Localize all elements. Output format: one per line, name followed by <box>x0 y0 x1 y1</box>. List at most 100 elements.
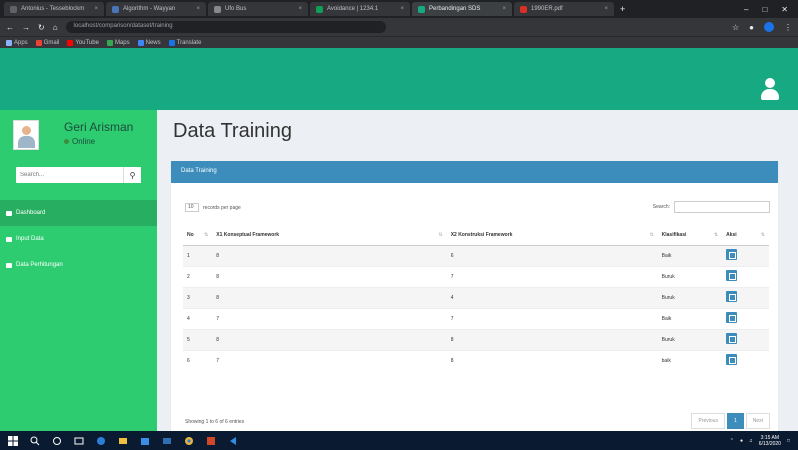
table-cell: 8 <box>212 265 447 287</box>
menu-icon[interactable]: ⋮ <box>784 23 792 32</box>
column-header[interactable]: Aksi ⇅ <box>722 225 769 246</box>
bookmark-item[interactable]: Gmail <box>35 39 59 46</box>
sort-icon: ⇅ <box>713 232 719 238</box>
table-cell: 5 <box>183 328 213 350</box>
cortana-icon[interactable] <box>52 436 62 446</box>
browser-toolbar: ← → ↻ ⌂ localhost/comparison/dataset/tra… <box>0 18 798 36</box>
action-cell <box>722 265 769 287</box>
windows-start-icon[interactable] <box>8 435 18 446</box>
bookmark-item[interactable]: YouTube <box>67 39 99 46</box>
bookmark-item[interactable]: Translate <box>168 39 201 46</box>
bookmark-icon <box>67 39 74 46</box>
column-header[interactable]: Klasifikasi ⇅ <box>657 225 723 246</box>
file-explorer-icon[interactable] <box>118 436 128 446</box>
table-search-input[interactable] <box>674 201 770 213</box>
tab-close-icon[interactable]: × <box>502 6 506 12</box>
search-taskbar-icon[interactable] <box>30 436 40 446</box>
forward-icon[interactable]: → <box>22 23 30 32</box>
action-cell <box>722 328 769 350</box>
store-icon[interactable] <box>140 436 150 446</box>
star-icon[interactable]: ☆ <box>732 23 739 32</box>
mail-icon[interactable] <box>162 436 172 446</box>
column-header[interactable]: X2 Konstruksi Framework ⇅ <box>446 225 658 246</box>
volume-icon[interactable]: ♫ <box>749 438 753 444</box>
powerpoint-icon[interactable] <box>206 436 216 446</box>
bookmark-item[interactable]: Apps <box>6 39 28 46</box>
notification-icon[interactable]: □ <box>787 438 790 444</box>
edit-icon[interactable] <box>726 291 738 302</box>
table-cell: baik <box>657 349 723 371</box>
next-button[interactable]: Next <box>745 413 770 429</box>
edit-icon[interactable] <box>726 333 738 344</box>
bookmark-item[interactable]: News <box>137 39 161 46</box>
bookmark-icon <box>137 39 144 46</box>
maximize-icon[interactable]: □ <box>762 5 767 14</box>
tab-close-icon[interactable]: × <box>94 6 98 12</box>
browser-tab[interactable]: Algorithm - Wayyan × <box>106 2 206 16</box>
browser-tab[interactable]: Avoidance | 1234.1 × <box>310 2 410 16</box>
clock[interactable]: 3:15 AM 6/13/2020 <box>759 435 781 447</box>
table-cell: Buruk <box>657 265 723 287</box>
tab-favicon-icon <box>10 5 17 13</box>
tab-label: Antonius - Tesseblockm <box>21 6 85 12</box>
address-bar[interactable]: localhost/comparison/dataset/training <box>65 21 386 33</box>
sidebar-item[interactable]: Dashboard <box>0 200 157 226</box>
search-input[interactable] <box>16 167 123 183</box>
home-icon[interactable]: ⌂ <box>53 23 58 32</box>
column-header[interactable]: X1 Konseptual Framework ⇅ <box>212 225 447 246</box>
search-icon[interactable]: ⚲ <box>123 167 141 183</box>
browser-tab[interactable]: 1990ER.pdf × <box>514 2 614 16</box>
bookmark-label: Maps <box>114 39 130 46</box>
browser-tab[interactable]: Ufo Bus × <box>208 2 308 16</box>
tab-favicon-icon <box>520 5 527 13</box>
bookmark-item[interactable]: Maps <box>106 39 130 46</box>
back-icon[interactable]: ← <box>6 23 14 32</box>
tab-close-icon[interactable]: × <box>604 6 608 12</box>
reload-icon[interactable]: ↻ <box>38 23 45 32</box>
browser-tab-strip: Antonius - Tesseblockm × Algorithm - Wayya… <box>0 0 798 18</box>
sidebar-item[interactable]: Data Perhitungan <box>0 252 157 278</box>
action-cell <box>722 349 769 371</box>
user-panel: Geri Arisman Online <box>0 110 157 160</box>
close-icon[interactable]: ✕ <box>781 5 788 14</box>
vscode-icon[interactable] <box>228 436 238 446</box>
table-cell: 8 <box>446 328 658 350</box>
sidebar-item[interactable]: Input Data <box>0 226 157 252</box>
user-icon[interactable] <box>760 78 780 100</box>
tray-chevron-icon[interactable]: ⌃ <box>730 438 734 444</box>
chrome-icon[interactable] <box>184 436 194 446</box>
task-view-icon[interactable] <box>74 436 84 446</box>
table-cell: 3 <box>183 286 213 308</box>
edit-icon[interactable] <box>726 249 738 260</box>
bookmark-icon <box>6 39 12 46</box>
tab-close-icon[interactable]: × <box>400 6 404 12</box>
extension-icon[interactable]: ● <box>749 23 754 32</box>
table-cell: 7 <box>446 265 658 287</box>
column-header-label: Aksi <box>726 231 737 238</box>
page-1-button[interactable]: 1 <box>726 413 744 429</box>
profile-avatar[interactable] <box>764 22 774 32</box>
column-header[interactable]: No ⇅ <box>183 225 213 246</box>
edit-icon[interactable] <box>726 270 738 281</box>
edit-icon[interactable] <box>726 312 738 323</box>
minimize-icon[interactable]: – <box>744 5 748 14</box>
tab-close-icon[interactable]: × <box>298 6 302 12</box>
bookmark-label: Apps <box>14 39 28 46</box>
entries-select[interactable]: 10 <box>185 203 199 212</box>
column-header-label: X2 Konstruksi Framework <box>450 231 513 238</box>
clock-date: 6/13/2020 <box>758 440 781 447</box>
table-row: 2 8 7 Buruk <box>183 265 769 287</box>
previous-button[interactable]: Previous <box>691 413 725 429</box>
new-tab-icon[interactable]: + <box>620 4 625 14</box>
tab-close-icon[interactable]: × <box>196 6 200 12</box>
edge-icon[interactable] <box>96 436 106 446</box>
browser-tab[interactable]: Antonius - Tesseblockm × <box>4 2 104 16</box>
table-cell: Buruk <box>657 286 723 308</box>
table-cell: 8 <box>212 244 447 266</box>
app-header <box>0 48 798 110</box>
sort-icon: ⇅ <box>649 232 654 238</box>
table-cell: 2 <box>183 265 213 287</box>
edit-icon[interactable] <box>726 354 738 366</box>
browser-tab[interactable]: Perbandingan SDS × <box>412 2 512 16</box>
network-icon[interactable]: ● <box>740 438 743 444</box>
